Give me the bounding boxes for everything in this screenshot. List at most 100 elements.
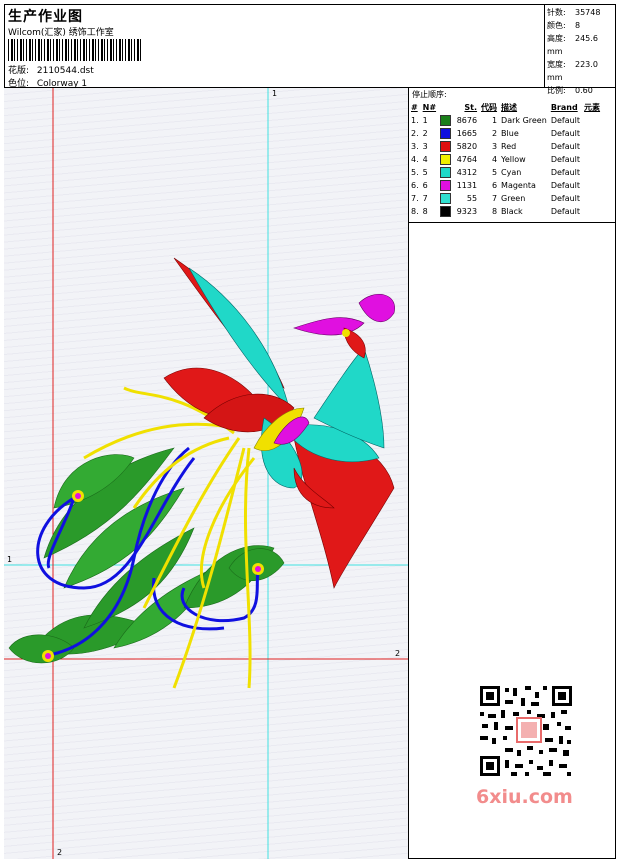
studio-name: Wilcom(汇家) 绣饰工作室: [8, 28, 114, 38]
row-needle: 4: [422, 155, 428, 164]
table-row[interactable]: 2. 2 1665 2 Blue Default: [409, 127, 602, 140]
stitch-count: 55: [466, 194, 478, 203]
stitch-count: 5820: [456, 142, 478, 151]
color-swatch: [440, 167, 452, 178]
table-header-row: # N# St. 代码 描述 Brand 元素: [409, 101, 602, 114]
watermark: 6xiu.com: [476, 786, 573, 808]
row-element: [582, 179, 602, 192]
stat-height: 高度: 245.6 mm: [547, 32, 616, 58]
row-description: Green: [501, 194, 526, 203]
row-code: 8: [491, 207, 498, 216]
stitch-count: 4312: [456, 168, 478, 177]
row-code: 6: [491, 181, 498, 190]
color-swatch: [440, 141, 452, 152]
col-header: St.: [464, 103, 478, 112]
col-header: Brand: [550, 103, 578, 112]
table-row[interactable]: 8. 8 9323 8 Black Default: [409, 205, 602, 218]
row-stitches: 9323: [438, 205, 479, 218]
row-brand: Default: [550, 168, 581, 177]
color-swatch: [440, 115, 452, 126]
guide-marker-left: 1: [7, 555, 13, 564]
row-needle: 5: [422, 168, 428, 177]
design-file-line: 花版: 2110544.dst: [8, 63, 94, 76]
col-header: 描述: [501, 103, 518, 112]
row-brand: Default: [550, 129, 581, 138]
table-row[interactable]: 7. 7 55 7 Green Default: [409, 192, 602, 205]
row-stitches: 8676: [438, 114, 479, 127]
row-index: 2.: [411, 129, 419, 138]
row-description: Dark Green: [501, 116, 547, 125]
row-description: Cyan: [501, 168, 522, 177]
row-description: Yellow: [501, 155, 526, 164]
row-index: 1.: [411, 116, 419, 125]
col-header: 元素: [584, 103, 601, 112]
color-swatch: [440, 206, 452, 217]
row-stitches: 4312: [438, 166, 479, 179]
page-title: 生产作业图: [8, 9, 83, 25]
guide-marker-top: 1: [272, 89, 278, 98]
qr-code: [470, 683, 582, 779]
row-needle: 2: [422, 129, 428, 138]
stop-sequence-panel: 停止顺序: # N# St. 代码 描述 Brand 元素 1. 1 8676 1 Da…: [409, 88, 616, 223]
stitch-count: 8676: [456, 116, 478, 125]
design-canvas[interactable]: 1 1 2 2: [4, 88, 409, 859]
qr-code-image: [470, 683, 582, 779]
stop-sequence-table: # N# St. 代码 描述 Brand 元素 1. 1 8676 1 Dark Gre…: [409, 101, 602, 218]
row-code: 1: [491, 116, 498, 125]
stats-panel: 针数: 35748 颜色: 8 高度: 245.6 mm 宽度: 223.0 mm 比例…: [544, 4, 616, 95]
row-brand: Default: [550, 181, 581, 190]
head-crest: [293, 294, 395, 359]
row-index: 7.: [411, 194, 419, 203]
design-value: 2110544.dst: [36, 66, 94, 76]
stitch-count: 1131: [456, 181, 478, 190]
stitch-count: 9323: [456, 207, 478, 216]
row-brand: Default: [550, 207, 581, 216]
stat-label: 颜色:: [547, 21, 566, 30]
row-stitches: 1131: [438, 179, 479, 192]
row-stitches: 4764: [438, 153, 479, 166]
row-stitches: 55: [438, 192, 479, 205]
row-description: Red: [501, 142, 517, 151]
row-needle: 6: [422, 181, 428, 190]
row-element: [582, 205, 602, 218]
row-needle: 8: [422, 207, 428, 216]
stitch-count: 4764: [456, 155, 478, 164]
stat-colors: 颜色: 8: [547, 19, 616, 32]
color-swatch: [440, 128, 452, 139]
row-stitches: 5820: [438, 140, 479, 153]
table-row[interactable]: 3. 3 5820 3 Red Default: [409, 140, 602, 153]
header: 生产作业图 Wilcom(汇家) 绣饰工作室 花版: 2110544.dst 色…: [4, 4, 616, 95]
row-code: 2: [491, 129, 498, 138]
stat-width: 宽度: 223.0 mm: [547, 58, 616, 84]
row-element: [582, 192, 602, 205]
design-label: 花版:: [8, 66, 30, 76]
table-row[interactable]: 1. 1 8676 1 Dark Green Default: [409, 114, 602, 127]
guide-marker-bottom: 2: [57, 848, 63, 857]
barcode: [8, 39, 143, 61]
stitch-count: 1665: [456, 129, 478, 138]
color-swatch: [440, 180, 452, 191]
row-needle: 3: [422, 142, 428, 151]
stat-label: 针数:: [547, 8, 566, 17]
row-element: [582, 127, 602, 140]
row-description: Blue: [501, 129, 519, 138]
table-row[interactable]: 6. 6 1131 6 Magenta Default: [409, 179, 602, 192]
row-brand: Default: [550, 142, 581, 151]
row-needle: 7: [422, 194, 428, 203]
col-header: N#: [422, 103, 437, 112]
row-element: [582, 153, 602, 166]
guide-marker-right: 2: [395, 649, 401, 658]
row-element: [582, 140, 602, 153]
stat-value: 35748: [575, 8, 601, 17]
stat-stitches: 针数: 35748: [547, 6, 616, 19]
row-index: 3.: [411, 142, 419, 151]
row-element: [582, 166, 602, 179]
row-index: 5.: [411, 168, 419, 177]
row-needle: 1: [422, 116, 428, 125]
table-row[interactable]: 5. 5 4312 5 Cyan Default: [409, 166, 602, 179]
col-header: #: [411, 103, 418, 112]
row-brand: Default: [550, 155, 581, 164]
table-row[interactable]: 4. 4 4764 4 Yellow Default: [409, 153, 602, 166]
color-swatch: [440, 154, 452, 165]
row-code: 7: [491, 194, 498, 203]
